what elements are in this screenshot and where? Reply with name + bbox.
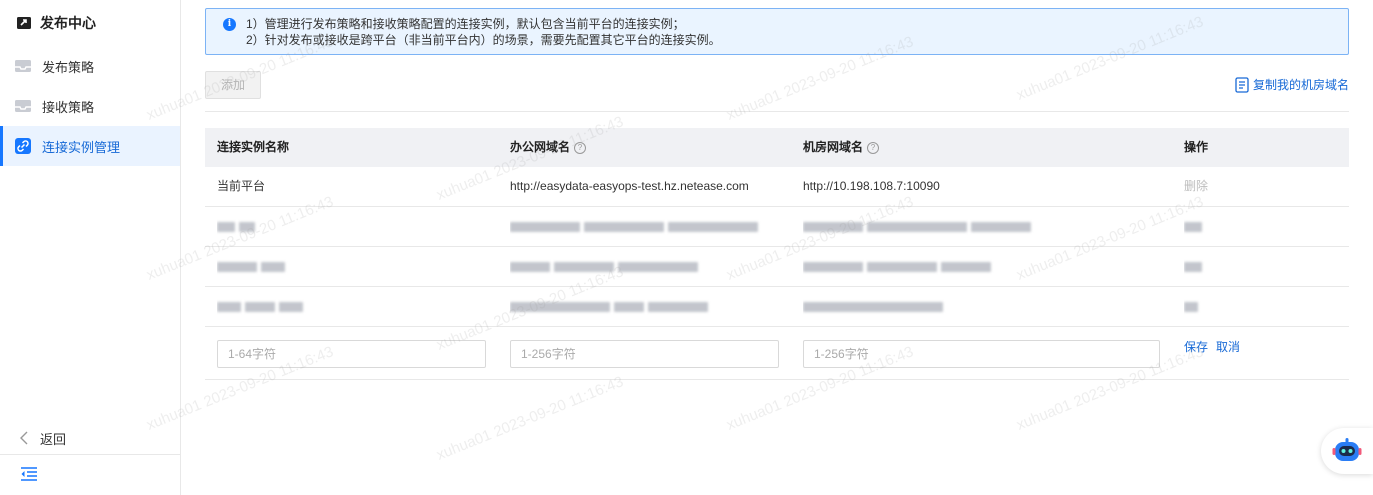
document-icon <box>1235 76 1249 93</box>
table-row-redacted <box>205 287 1349 327</box>
info-icon: i <box>223 18 236 31</box>
table-row: 当前平台 http://easydata-easyops-test.hz.net… <box>205 167 1349 207</box>
redacted-cell <box>803 247 1143 286</box>
robot-icon <box>1332 438 1362 461</box>
table-header: 连接实例名称 办公网域名? 机房网域名? 操作 <box>205 128 1349 167</box>
back-label: 返回 <box>40 431 67 447</box>
sidebar-item-connection-management[interactable]: 连接实例管理 <box>0 126 180 166</box>
back-button[interactable]: 返回 <box>0 424 66 452</box>
notice-line-1: 1）管理进行发布策略和接收策略配置的连接实例，默认包含当前平台的连接实例； <box>246 17 685 31</box>
help-icon[interactable]: ? <box>867 141 880 154</box>
connection-table: 连接实例名称 办公网域名? 机房网域名? 操作 当前平台 http://easy… <box>205 128 1349 380</box>
sidebar-title-text: 发布中心 <box>40 15 96 31</box>
table-row-redacted <box>205 207 1349 247</box>
link-icon <box>15 138 31 154</box>
instance-name-input[interactable] <box>217 340 486 368</box>
sidebar-item-publish-strategy[interactable]: 发布策略 <box>0 46 180 86</box>
cancel-button[interactable]: 取消 <box>1216 339 1240 355</box>
cell-room-domain: http://10.198.108.7:10090 <box>803 179 940 193</box>
publish-center-icon <box>17 17 31 29</box>
header-office-domain: 办公网域名? <box>510 128 776 167</box>
save-button[interactable]: 保存 <box>1184 339 1208 355</box>
redacted-cell <box>510 287 776 326</box>
redacted-cell <box>803 207 1143 246</box>
sidebar-item-label: 连接实例管理 <box>42 139 121 155</box>
help-icon[interactable]: ? <box>574 141 587 154</box>
sidebar-title: 发布中心 <box>0 0 180 46</box>
header-room-domain: 机房网域名? <box>803 128 1143 167</box>
divider <box>205 111 1349 112</box>
redacted-cell <box>217 287 487 326</box>
cell-name: 当前平台 <box>217 179 266 193</box>
redacted-cell <box>803 287 1143 326</box>
office-domain-input[interactable] <box>510 340 779 368</box>
add-button[interactable]: 添加 <box>205 71 261 99</box>
redacted-cell <box>1184 287 1304 326</box>
delete-button[interactable]: 删除 <box>1184 167 1304 206</box>
sidebar-item-label: 接收策略 <box>42 99 95 115</box>
room-domain-input[interactable] <box>803 340 1160 368</box>
inbox-icon <box>15 60 31 72</box>
redacted-cell <box>1184 247 1304 286</box>
copy-domain-label: 复制我的机房域名 <box>1252 78 1349 92</box>
redacted-cell <box>217 247 487 286</box>
table-row-redacted <box>205 247 1349 287</box>
notice-line-2: 2）针对发布或接收是跨平台（非当前平台内）的场景，需要先配置其它平台的连接实例。 <box>246 33 721 47</box>
sidebar-item-receive-strategy[interactable]: 接收策略 <box>0 86 180 126</box>
sidebar-divider <box>0 454 180 455</box>
menu-collapse-icon[interactable] <box>20 466 38 482</box>
assistant-bot-button[interactable] <box>1321 428 1373 474</box>
copy-domain-link[interactable]: 复制我的机房域名 <box>1235 76 1349 93</box>
header-name: 连接实例名称 <box>217 140 290 154</box>
header-action: 操作 <box>1184 140 1209 154</box>
redacted-cell <box>217 207 487 246</box>
chevron-left-icon <box>20 431 28 445</box>
inbox-icon <box>15 100 31 112</box>
info-notice: i 1）管理进行发布策略和接收策略配置的连接实例，默认包含当前平台的连接实例； … <box>205 8 1349 55</box>
main-content: i 1）管理进行发布策略和接收策略配置的连接实例，默认包含当前平台的连接实例； … <box>205 0 1349 495</box>
sidebar-item-label: 发布策略 <box>42 59 95 75</box>
cell-office-domain: http://easydata-easyops-test.hz.netease.… <box>510 179 749 193</box>
redacted-cell <box>510 247 776 286</box>
redacted-cell <box>1184 207 1304 246</box>
new-instance-row: 保存 取消 <box>205 327 1349 380</box>
sidebar: 发布中心 发布策略 接收策略 连接实例管理 返回 <box>0 0 181 495</box>
redacted-cell <box>510 207 776 246</box>
